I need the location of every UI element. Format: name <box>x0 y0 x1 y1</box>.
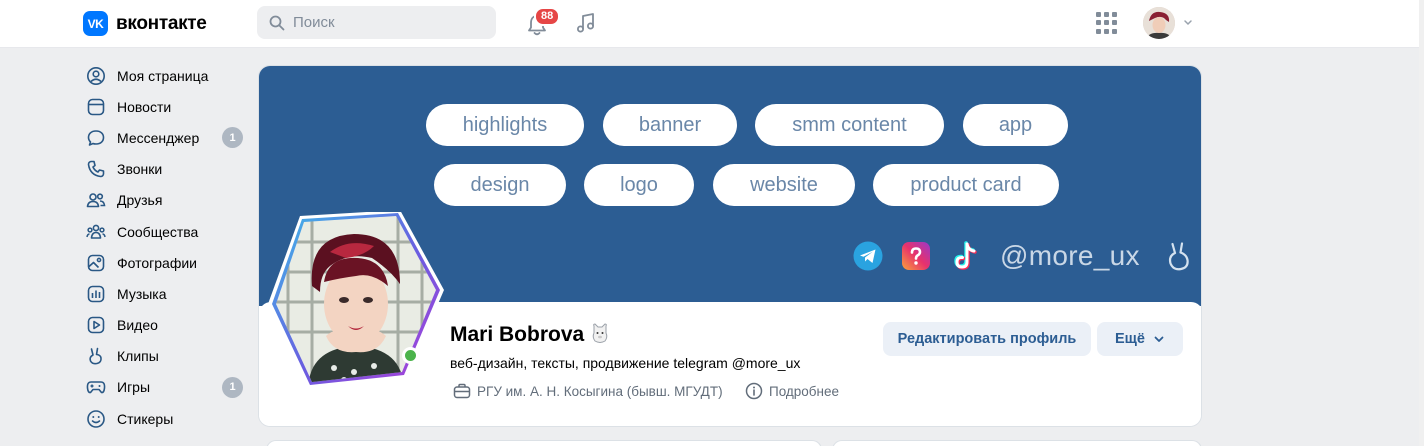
more-info-text: Подробнее <box>769 383 840 399</box>
top-bar: VK вконтакте 88 <box>0 0 1424 48</box>
sidebar-item-video[interactable]: Видео <box>80 310 250 341</box>
photo-icon <box>86 253 106 273</box>
sidebar-item-clips[interactable]: Клипы <box>80 341 250 372</box>
sidebar-item-label: Сообщества <box>117 223 199 240</box>
question-app-icon <box>902 242 930 270</box>
next-card-right <box>832 440 1202 446</box>
cover-tag: design <box>434 164 566 206</box>
sidebar-item-games[interactable]: Игры 1 <box>80 372 250 403</box>
page-scrollbar[interactable] <box>1419 0 1424 446</box>
games-count-badge: 1 <box>222 376 243 398</box>
sidebar-item-messenger[interactable]: Мессенджер 1 <box>80 122 250 153</box>
messenger-count-badge: 1 <box>222 127 243 149</box>
sidebar-item-calls[interactable]: Звонки <box>80 154 250 185</box>
search-box[interactable] <box>257 6 496 39</box>
video-icon <box>86 315 106 335</box>
cover-tag: website <box>713 164 855 206</box>
next-card-left <box>266 440 822 446</box>
cover-tag: app <box>963 104 1068 146</box>
clips-icon <box>86 346 106 366</box>
sidebar-item-friends[interactable]: Друзья <box>80 185 250 216</box>
profile-status: веб-дизайн, тексты, продвижение telegram… <box>450 355 801 371</box>
more-actions-button[interactable]: Ещё <box>1097 322 1183 356</box>
sidebar-item-label: Видео <box>117 317 158 334</box>
profile-more-info-link[interactable]: Подробнее <box>745 382 839 400</box>
music-icon <box>86 284 106 304</box>
search-icon <box>269 15 285 30</box>
sidebar-item-label: Моя страница <box>117 67 209 84</box>
more-actions-label: Ещё <box>1115 331 1145 347</box>
sidebar-item-label: Фотографии <box>117 254 198 271</box>
cover-tag: highlights <box>426 104 584 146</box>
cover-handle: @more_ux <box>1000 240 1140 271</box>
user-avatar[interactable] <box>1143 7 1175 39</box>
music-note-icon[interactable] <box>573 10 599 36</box>
sidebar-item-my-page[interactable]: Моя страница <box>80 60 250 91</box>
phone-icon <box>86 159 106 179</box>
sidebar-item-stickers[interactable]: Стикеры <box>80 403 250 434</box>
tiktok-icon <box>954 241 977 270</box>
edit-profile-button[interactable]: Редактировать профиль <box>883 322 1091 356</box>
sidebar-item-label: Звонки <box>117 161 163 178</box>
user-circle-icon <box>86 66 106 86</box>
apps-grid-icon[interactable] <box>1096 12 1118 34</box>
briefcase-icon <box>453 383 471 399</box>
message-icon <box>86 128 106 148</box>
cover-tag: logo <box>584 164 694 206</box>
sidebar-item-news[interactable]: Новости <box>80 91 250 122</box>
cover-tag: smm content <box>755 104 944 146</box>
sidebar-item-label: Новости <box>117 98 172 115</box>
profile-name: Mari Bobrova <box>450 323 585 346</box>
sidebar-item-label: Мессенджер <box>117 129 200 146</box>
cover-tag: product card <box>873 164 1059 206</box>
sidebar-item-label: Клипы <box>117 348 159 365</box>
sidebar-item-label: Музыка <box>117 285 167 302</box>
left-sidebar: Моя страница Новости Мессенджер 1 Звонки… <box>80 60 250 434</box>
sidebar-item-label: Стикеры <box>117 410 174 427</box>
info-icon <box>745 382 763 400</box>
profile-university[interactable]: РГУ им. А. Н. Косыгина (бывш. МГУДТ) <box>453 382 723 400</box>
friends-icon <box>86 190 106 210</box>
sidebar-item-label: Игры <box>117 379 151 396</box>
clip-hand-icon <box>1168 242 1189 271</box>
online-indicator <box>402 347 419 364</box>
notification-badge: 88 <box>534 7 561 26</box>
vk-logo[interactable]: VK вконтакте <box>83 11 207 36</box>
sidebar-item-communities[interactable]: Сообщества <box>80 216 250 247</box>
sticker-icon <box>86 409 106 429</box>
vk-logo-text: вконтакте <box>116 12 207 34</box>
sidebar-item-photos[interactable]: Фотографии <box>80 247 250 278</box>
chevron-down-icon[interactable] <box>1182 16 1194 28</box>
profile-avatar[interactable] <box>268 212 444 388</box>
news-icon <box>86 97 106 117</box>
gamepad-icon <box>86 377 106 397</box>
university-text: РГУ им. А. Н. Косыгина (бывш. МГУДТ) <box>477 383 723 399</box>
cover-tag: banner <box>603 104 737 146</box>
sidebar-item-label: Друзья <box>117 192 163 209</box>
vk-logo-icon: VK <box>83 11 108 36</box>
telegram-icon <box>853 241 883 271</box>
search-input[interactable] <box>293 14 483 31</box>
communities-icon <box>86 222 106 242</box>
status-emoji-icon[interactable] <box>590 323 610 345</box>
chevron-down-icon <box>1154 336 1164 342</box>
sidebar-item-music[interactable]: Музыка <box>80 278 250 309</box>
